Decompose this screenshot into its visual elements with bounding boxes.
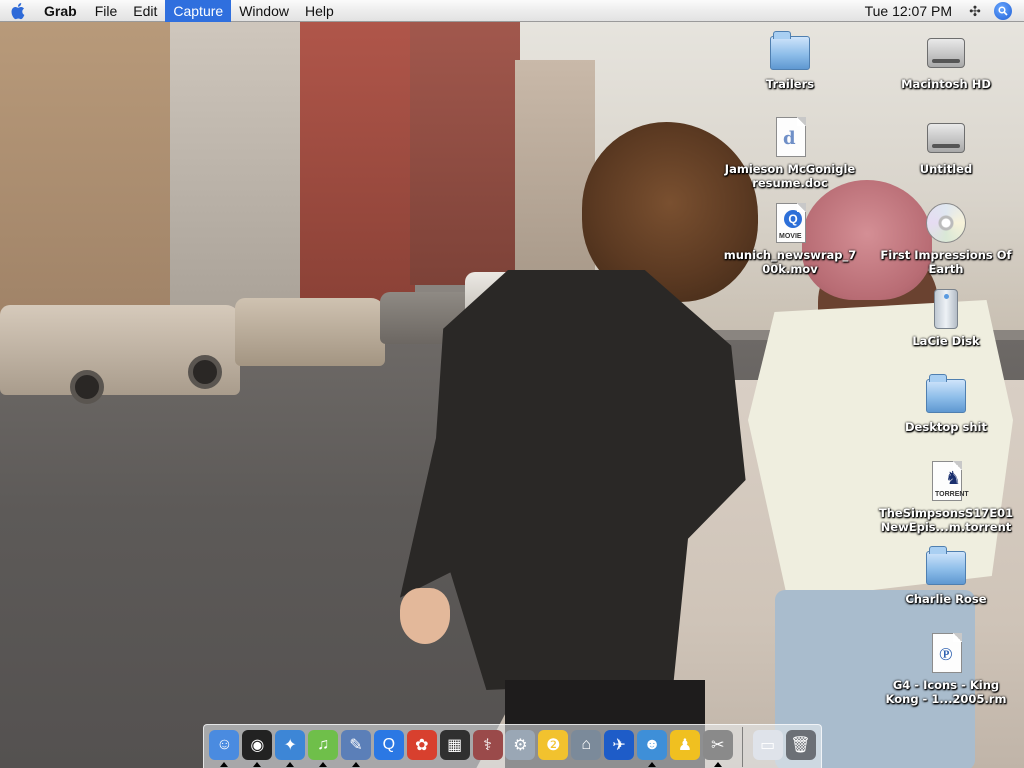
wallpaper-building-red-2	[410, 20, 520, 285]
menu-capture[interactable]: Capture	[165, 0, 232, 22]
wallpaper-building-red	[300, 20, 415, 310]
wallpaper-person-hand	[400, 588, 450, 644]
desktop-icon-king-kong-rm[interactable]: ℗ G4 - Icons - King Kong - 1...2005.rm	[876, 631, 1016, 706]
running-indicator-icon	[648, 761, 657, 767]
running-indicator-icon	[253, 761, 262, 767]
folder-icon	[768, 30, 812, 74]
menu-edit[interactable]: Edit	[125, 0, 165, 22]
messenger-icon: ☻	[637, 729, 668, 760]
aim-icon: ♟	[669, 729, 700, 760]
desktop-icon-lacie-disk[interactable]: LaCie Disk	[876, 287, 1016, 348]
running-indicator-icon	[713, 761, 722, 767]
external-drive-icon	[924, 287, 968, 331]
folder-icon	[924, 545, 968, 589]
dashboard-icon: ◉	[242, 729, 273, 760]
grab-icon: ✂	[702, 729, 733, 760]
running-indicator-icon	[286, 761, 295, 767]
desktop-wallpaper	[0, 0, 1024, 768]
folder-icon	[924, 373, 968, 417]
dock-item[interactable]: ☻	[636, 727, 669, 767]
utility-icon: ⌂	[571, 729, 602, 760]
dock-item[interactable]: 🗑	[784, 727, 817, 767]
desktop-icon-label: TheSimpsonsS17E01 NewEpis...m.torrent	[878, 506, 1014, 534]
minimized-window-icon: ▭	[752, 729, 783, 760]
trash-icon: 🗑	[785, 729, 816, 760]
desktop-icon-label: Charlie Rose	[905, 592, 987, 606]
finder-icon: ☺	[209, 729, 240, 760]
desktop-icon-macintosh-hd[interactable]: Macintosh HD	[876, 30, 1016, 91]
desktop-icon-label: Macintosh HD	[901, 77, 991, 91]
dock-item[interactable]: ⌂	[570, 727, 603, 767]
dock-item[interactable]: ✎	[340, 727, 373, 767]
disk-utility-icon: ⚕	[472, 729, 503, 760]
safari-icon: ✦	[275, 729, 306, 760]
desktop-icon-munich-mov[interactable]: Q MOVIE munich_newswrap_7 00k.mov	[720, 201, 860, 276]
dock-item[interactable]: Q	[372, 727, 405, 767]
frog-icon: ✈	[604, 729, 635, 760]
running-indicator-icon	[352, 761, 360, 767]
desktop-icon-simpsons-torrent[interactable]: ♞ TORRENT TheSimpsonsS17E01 NewEpis...m.t…	[876, 459, 1016, 534]
wallpaper-wheel	[188, 355, 222, 389]
word-document-icon: d	[768, 115, 812, 159]
spotlight-icon[interactable]	[994, 2, 1012, 20]
desktop-icon-label: Untitled	[919, 162, 973, 176]
menubar-clock[interactable]: Tue 12:07 PM	[865, 3, 964, 19]
menu-window[interactable]: Window	[231, 0, 297, 22]
dock: ☺ ◉ ✦ ♫ ✎ Q ✿ ▦ ⚕ ⚙ ❷ ⌂ ✈ ☻ ♟ ✂ ▭ 🗑	[203, 724, 822, 768]
dock-item[interactable]: ❷	[537, 727, 570, 767]
running-indicator-icon	[319, 761, 328, 767]
desktop-icon-desktop-shit[interactable]: Desktop shit	[876, 373, 1016, 434]
dock-item[interactable]: ▦	[438, 727, 471, 767]
running-indicator-icon	[220, 761, 229, 767]
wallpaper-wheel	[70, 370, 104, 404]
hard-drive-icon	[924, 30, 968, 74]
desktop-icon-label: First Impressions Of Earth	[880, 248, 1012, 276]
toast-icon: ❷	[538, 729, 569, 760]
dock-item[interactable]: ♟	[668, 727, 701, 767]
hard-drive-icon	[924, 115, 968, 159]
menu-help[interactable]: Help	[297, 0, 342, 22]
preview-icon: ✎	[341, 729, 371, 760]
menu-bar: Grab File Edit Capture Window Help Tue 1…	[0, 0, 1024, 22]
desktop-icon-trailers[interactable]: Trailers	[720, 30, 860, 91]
dock-item[interactable]: ♫	[307, 727, 340, 767]
cd-icon	[924, 201, 968, 245]
desktop-icon-label: Trailers	[765, 77, 815, 91]
dock-item[interactable]: ◉	[241, 727, 274, 767]
dock-separator[interactable]	[742, 726, 744, 767]
wallpaper-building-grey	[170, 20, 305, 320]
dock-item[interactable]: ✈	[603, 727, 636, 767]
wallpaper-building-far	[515, 60, 595, 280]
desktop-icon-charlie-rose[interactable]: Charlie Rose	[876, 545, 1016, 606]
dock-item[interactable]: ✦	[274, 727, 307, 767]
app-menu-grab[interactable]: Grab	[38, 0, 87, 22]
dock-item[interactable]: ▭	[751, 727, 784, 767]
dock-item[interactable]: ✿	[405, 727, 438, 767]
clapper-icon: ▦	[439, 729, 470, 760]
popcorn-icon: ✿	[406, 729, 437, 760]
menu-extras: Tue 12:07 PM ✣	[865, 0, 1024, 22]
desktop-icon-label: G4 - Icons - King Kong - 1...2005.rm	[885, 678, 1007, 706]
desktop-icon-label: Jamieson McGonigle resume.doc	[724, 162, 856, 190]
itunes-icon: ♫	[308, 729, 339, 760]
torrent-file-icon: ♞ TORRENT	[924, 459, 969, 503]
quicktime-icon: Q	[373, 729, 404, 760]
desktop-icon-label: Desktop shit	[905, 420, 987, 434]
menu-file[interactable]: File	[87, 0, 126, 22]
dock-item[interactable]: ☺	[208, 727, 241, 767]
quicktime-movie-icon: Q MOVIE	[768, 201, 812, 245]
dock-item[interactable]: ⚙	[504, 727, 537, 767]
dock-item[interactable]: ⚕	[471, 727, 504, 767]
desktop-icon-label: LaCie Disk	[912, 334, 980, 348]
realmedia-file-icon: ℗	[924, 631, 968, 675]
desktop-icon-untitled[interactable]: Untitled	[876, 115, 1016, 176]
system-preferences-icon: ⚙	[505, 729, 536, 760]
apple-menu-icon[interactable]	[0, 0, 38, 22]
dock-item[interactable]: ✂	[701, 727, 734, 767]
desktop-icon-resume-doc[interactable]: d Jamieson McGonigle resume.doc	[720, 115, 860, 190]
wallpaper-car-2	[235, 298, 385, 366]
script-menu-icon[interactable]: ✣	[964, 0, 986, 22]
desktop-icon-label: munich_newswrap_7 00k.mov	[723, 248, 857, 276]
desktop-icon-audio-cd[interactable]: First Impressions Of Earth	[876, 201, 1016, 276]
